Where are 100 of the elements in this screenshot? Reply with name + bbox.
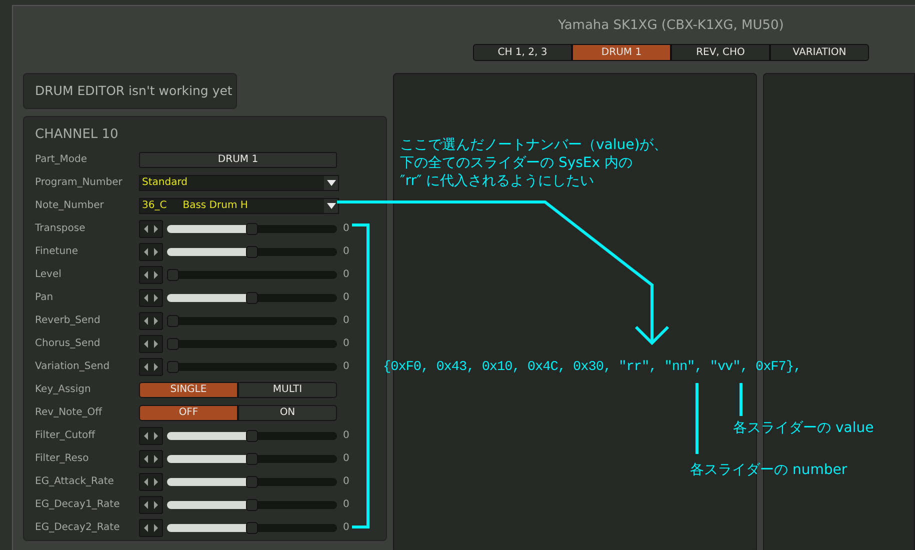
left-right-arrows-icon <box>144 524 158 532</box>
param-label: Pan <box>35 292 54 303</box>
slider-thumb[interactable] <box>246 222 258 234</box>
param-label: Key_Assign <box>35 384 92 395</box>
toggle-option[interactable]: SINGLE <box>139 382 238 398</box>
left-right-arrows-icon <box>144 316 158 324</box>
toggle-option[interactable]: ON <box>238 404 337 420</box>
code-text: {0xF0, 0x43, 0x10, 0x4C, 0x30, ″rr″, ″nn″, ″vv″, 0xF7}, <box>383 360 802 375</box>
value-readout: 0 <box>343 361 350 372</box>
tab[interactable]: DRUM 1 <box>572 44 671 61</box>
slider-thumb[interactable] <box>246 246 258 258</box>
caret-icon <box>326 180 336 186</box>
panel-title: CHANNEL 10 <box>35 127 120 144</box>
stepper-button[interactable] <box>139 220 163 238</box>
param-label: EG_Decay1_Rate <box>35 499 121 510</box>
param-label: Reverb_Send <box>35 315 102 326</box>
value-readout: 0 <box>343 292 350 303</box>
param-label: Level <box>35 269 62 280</box>
slider-track[interactable] <box>167 316 337 324</box>
param-label: EG_Decay2_Rate <box>35 522 121 533</box>
annotation-text: ここで選んだノートナンバー（value)が、 <box>400 136 668 154</box>
left-right-arrows-icon <box>144 270 158 278</box>
param-label: EG_Attack_Rate <box>35 476 115 487</box>
value-readout: 0 <box>343 315 350 326</box>
param-label: Program_Number <box>35 177 124 188</box>
param-label: Chorus_Send <box>35 338 102 349</box>
left-right-arrows-icon <box>144 362 158 370</box>
mode-button[interactable]: DRUM 1 <box>139 152 337 168</box>
annotation-text: 各スライダーの number <box>690 461 848 479</box>
param-label: Filter_Cutoff <box>35 430 96 441</box>
window-title: Yamaha SK1XG (CBX-K1XG, MU50) <box>558 17 784 35</box>
tab[interactable]: REV, CHO <box>671 44 770 61</box>
slider-thumb[interactable] <box>167 268 179 280</box>
tab[interactable]: CH 1, 2, 3 <box>473 44 572 61</box>
annotation-text: ″rr″ に代入されるようにしたい <box>400 172 594 190</box>
value-readout: 0 <box>343 269 350 280</box>
stepper-button[interactable] <box>139 426 163 444</box>
left-right-arrows-icon <box>144 432 158 440</box>
caret-icon <box>326 202 336 208</box>
left-right-arrows-icon <box>144 224 158 232</box>
stepper-button[interactable] <box>139 518 163 536</box>
left-right-arrows-icon <box>144 294 158 302</box>
leader-line <box>740 383 742 416</box>
left-right-arrows-icon <box>144 248 158 256</box>
dropdown-field[interactable]: Standard <box>139 174 339 190</box>
stepper-button[interactable] <box>139 496 163 514</box>
slider-track[interactable] <box>167 270 337 278</box>
slider-track[interactable] <box>167 524 337 532</box>
param-label: Variation_Send <box>35 361 111 372</box>
annotation-text: 各スライダーの value <box>733 419 874 437</box>
slider-thumb[interactable] <box>246 476 258 488</box>
slider-thumb[interactable] <box>246 292 258 304</box>
param-label: Part_Mode <box>35 154 88 165</box>
stepper-button[interactable] <box>139 288 163 306</box>
slider-track[interactable] <box>167 224 337 232</box>
annotation-text: 下の全てのスライダーの SysEx 内の <box>400 154 632 172</box>
stepper-button[interactable] <box>139 266 163 284</box>
left-right-arrows-icon <box>144 478 158 486</box>
slider-thumb[interactable] <box>246 430 258 442</box>
tab[interactable]: VARIATION <box>770 44 869 61</box>
stepper-button[interactable] <box>139 358 163 376</box>
slider-track[interactable] <box>167 362 337 370</box>
slider-track[interactable] <box>167 340 337 348</box>
slider-track[interactable] <box>167 294 337 302</box>
value-readout: 0 <box>343 522 350 533</box>
leader-line <box>696 383 698 454</box>
slider-track[interactable] <box>167 432 337 440</box>
stepper-button[interactable] <box>139 450 163 468</box>
notice-panel: DRUM EDITOR isn't working yet <box>23 73 237 109</box>
stepper-button[interactable] <box>139 334 163 352</box>
param-label: Filter_Reso <box>35 453 90 464</box>
param-label: Note_Number <box>35 200 105 211</box>
value-readout: 0 <box>343 338 350 349</box>
toggle-option[interactable]: MULTI <box>238 382 337 398</box>
slider-track[interactable] <box>167 454 337 462</box>
stepper-button[interactable] <box>139 312 163 330</box>
value-readout: 0 <box>343 476 350 487</box>
slider-track[interactable] <box>167 248 337 256</box>
param-label: Transpose <box>35 223 86 234</box>
value-readout: 0 <box>343 499 350 510</box>
value-readout: 0 <box>343 453 350 464</box>
left-right-arrows-icon <box>144 340 158 348</box>
toggle-option[interactable]: OFF <box>139 404 238 420</box>
value-readout: 0 <box>343 223 350 234</box>
stepper-button[interactable] <box>139 472 163 490</box>
param-label: Rev_Note_Off <box>35 407 104 418</box>
slider-thumb[interactable] <box>246 498 258 510</box>
slider-thumb[interactable] <box>167 338 179 350</box>
left-right-arrows-icon <box>144 500 158 508</box>
slider-track[interactable] <box>167 500 337 508</box>
slider-thumb[interactable] <box>246 522 258 534</box>
left-right-arrows-icon <box>144 454 158 462</box>
slider-track[interactable] <box>167 478 337 486</box>
slider-thumb[interactable] <box>246 452 258 464</box>
param-label: Finetune <box>35 246 80 257</box>
dropdown-field[interactable]: 36_C Bass Drum H <box>139 198 339 214</box>
value-readout: 0 <box>343 430 350 441</box>
slider-thumb[interactable] <box>167 360 179 372</box>
slider-thumb[interactable] <box>167 314 179 326</box>
stepper-button[interactable] <box>139 242 163 260</box>
